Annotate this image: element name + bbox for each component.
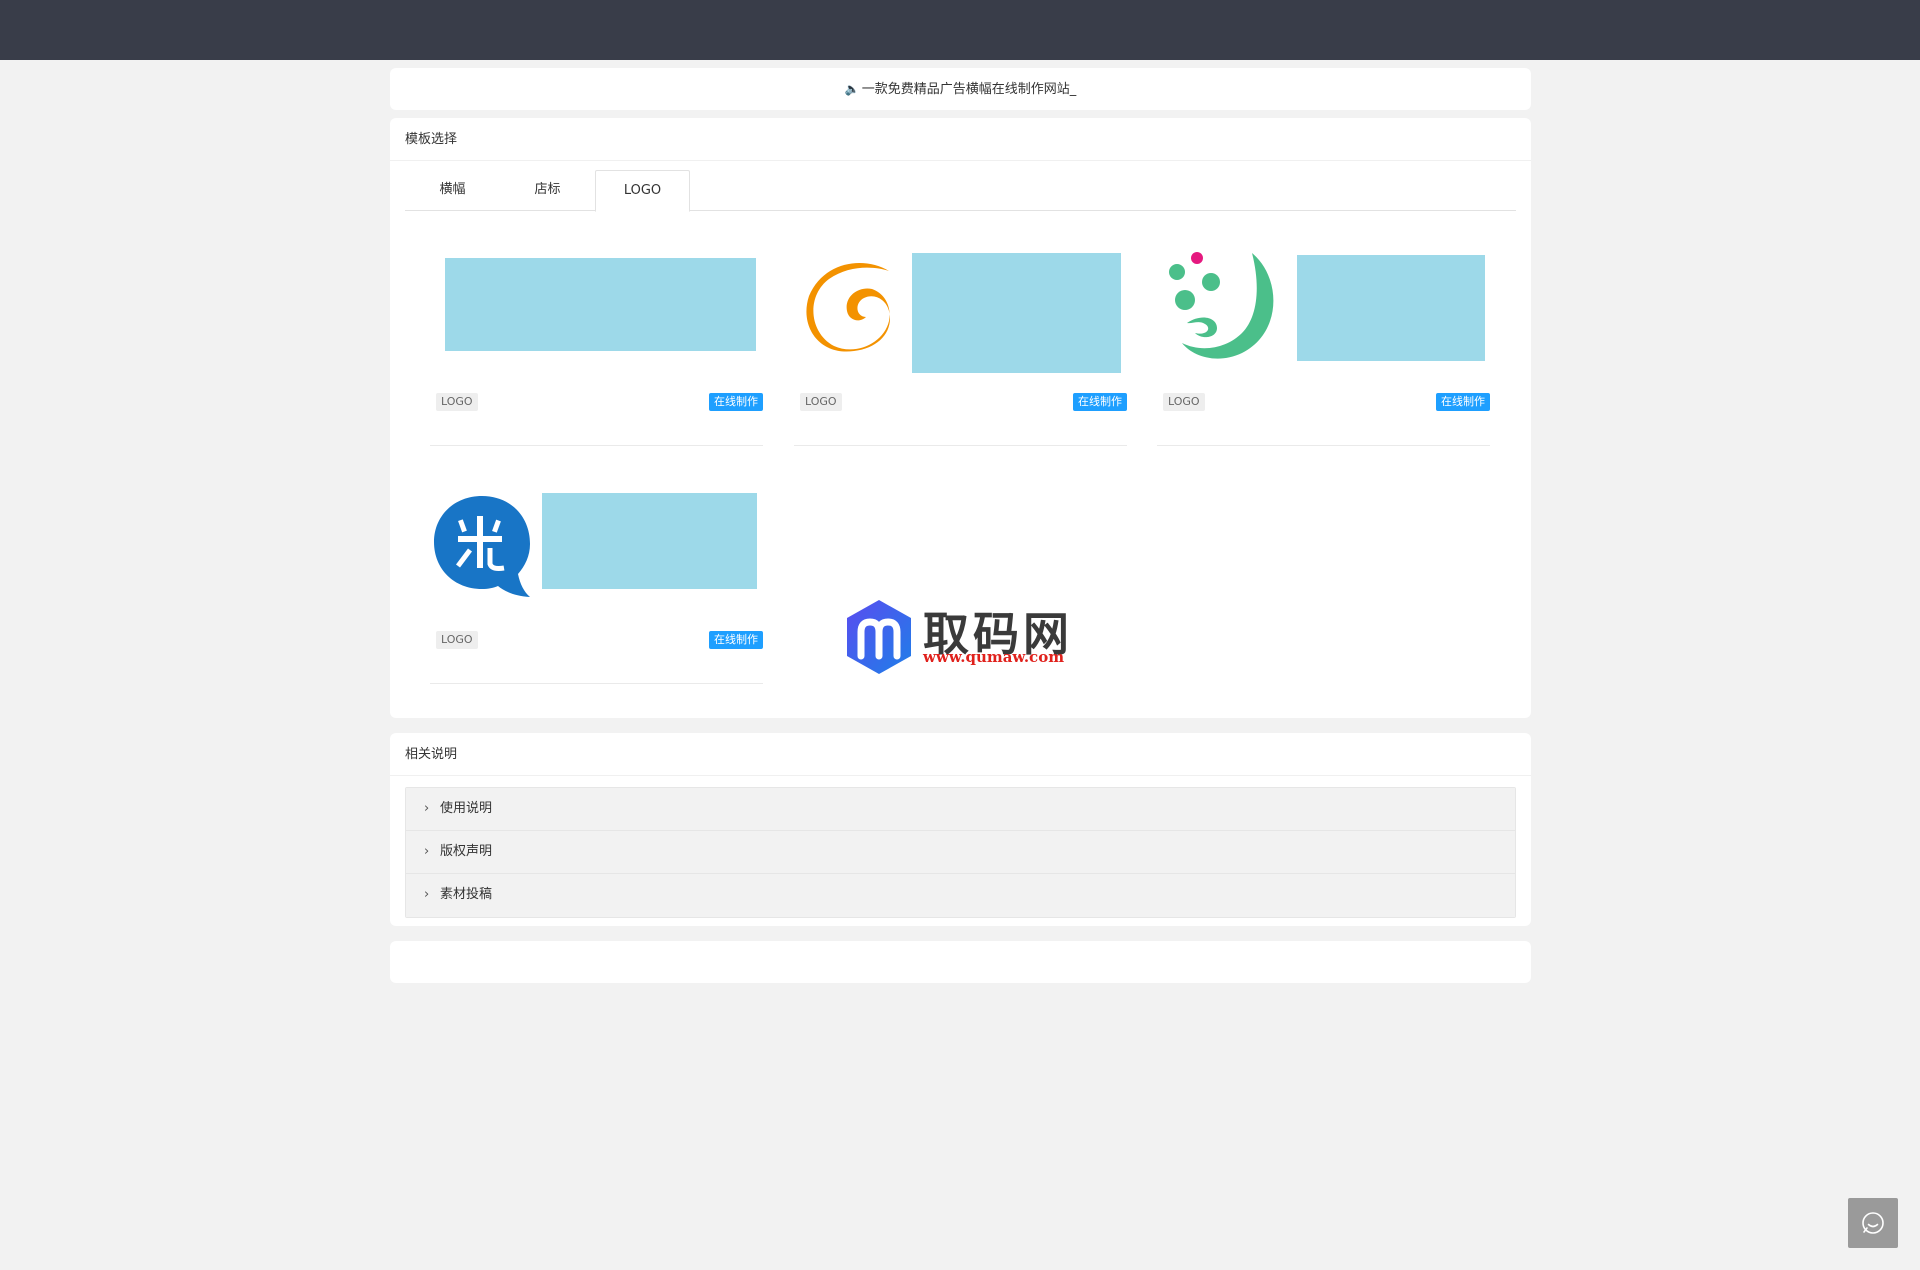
- watermark-url: www.qumaw.com: [923, 648, 1065, 666]
- template-type-tag: LOGO: [800, 393, 842, 411]
- collapse-item-label: 素材投稿: [440, 887, 493, 902]
- watermark: 取码网 www.qumaw.com: [843, 598, 1083, 676]
- notice-text: 一款免费精品广告横幅在线制作网站: [861, 82, 1070, 97]
- make-online-button[interactable]: 在线制作: [709, 393, 763, 411]
- template-item[interactable]: LOGO 在线制作: [794, 236, 1127, 446]
- template-type-tag: LOGO: [1163, 393, 1205, 411]
- template-item[interactable]: LOGO 在线制作: [430, 236, 763, 446]
- make-online-button[interactable]: 在线制作: [709, 631, 763, 649]
- template-type-tag: LOGO: [436, 393, 478, 411]
- thumbnail-placeholder: [445, 258, 756, 351]
- footer-card: [390, 941, 1531, 983]
- watermark-logo-icon: [847, 600, 911, 674]
- chevron-right-icon: ›: [424, 887, 430, 902]
- thumbnail-placeholder: [912, 253, 1121, 373]
- collapse-item-usage[interactable]: › 使用说明: [406, 788, 1515, 831]
- template-thumbnail[interactable]: [794, 236, 1127, 406]
- blue-mi-icon: [434, 496, 530, 597]
- green-dots-icon: [1169, 252, 1274, 359]
- top-navbar: [0, 0, 1920, 60]
- collapse-item-label: 版权声明: [440, 844, 493, 859]
- notes-card-title: 相关说明: [390, 733, 1531, 776]
- template-type-tag: LOGO: [436, 631, 478, 649]
- template-thumbnail[interactable]: [430, 474, 763, 644]
- tab-logo[interactable]: LOGO: [595, 170, 690, 212]
- collapse-item-submission[interactable]: › 素材投稿: [406, 874, 1515, 917]
- notes-card: 相关说明 › 使用说明 › 版权声明 › 素材投稿: [390, 733, 1531, 926]
- template-tabs: 横幅 店标 LOGO: [405, 170, 1516, 212]
- chevron-right-icon: ›: [424, 801, 430, 816]
- help-button[interactable]: [1848, 1198, 1898, 1248]
- orange-swirl-icon: [806, 263, 890, 352]
- speaker-icon: 🔈: [844, 82, 860, 96]
- tab-shop-logo[interactable]: 店标: [500, 170, 595, 211]
- tab-banner[interactable]: 横幅: [405, 170, 500, 211]
- thumbnail-placeholder: [542, 493, 757, 589]
- template-thumbnail[interactable]: [430, 236, 763, 406]
- notes-collapse: › 使用说明 › 版权声明 › 素材投稿: [405, 787, 1516, 918]
- chat-smile-icon: [1862, 1212, 1884, 1234]
- template-card-title: 模板选择: [390, 118, 1531, 161]
- template-item[interactable]: LOGO 在线制作: [1157, 236, 1490, 446]
- chevron-right-icon: ›: [424, 844, 430, 859]
- template-thumbnail[interactable]: [1157, 236, 1490, 406]
- collapse-item-copyright[interactable]: › 版权声明: [406, 831, 1515, 874]
- make-online-button[interactable]: 在线制作: [1436, 393, 1490, 411]
- notice-card: 🔈 一款免费精品广告横幅在线制作网站_: [390, 68, 1531, 110]
- make-online-button[interactable]: 在线制作: [1073, 393, 1127, 411]
- thumbnail-placeholder: [1297, 255, 1485, 361]
- template-item[interactable]: LOGO 在线制作: [430, 474, 763, 684]
- collapse-item-label: 使用说明: [440, 801, 493, 816]
- notice-caret: _: [1069, 82, 1077, 97]
